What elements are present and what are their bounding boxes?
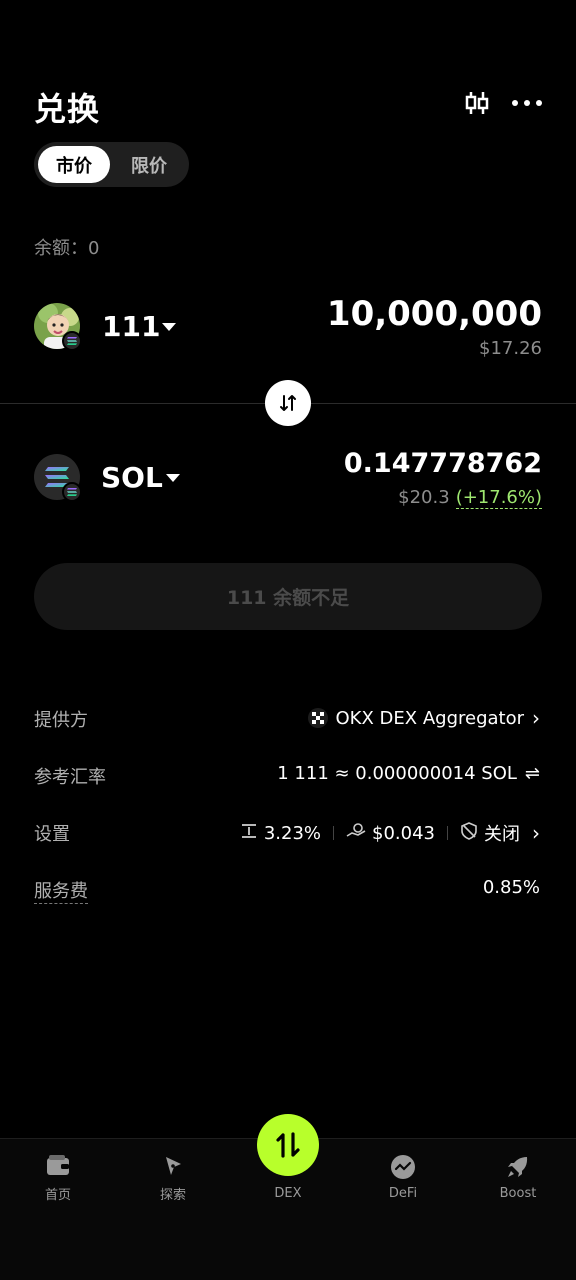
nav-label-dex: DEX [274, 1186, 302, 1201]
nav-label-boost: Boost [499, 1186, 537, 1201]
divider [333, 826, 335, 840]
nav-label-defi: DeFi [388, 1186, 418, 1201]
tab-limit[interactable]: 限价 [113, 146, 185, 183]
settings-label: 设置 [34, 824, 70, 845]
page-title: 兑换 [34, 90, 101, 128]
defi-chart-icon [391, 1155, 415, 1179]
chevron-right-icon: › [532, 821, 540, 845]
nav-item-dex[interactable]: DEX [248, 1186, 328, 1201]
to-token-symbol[interactable]: SOL [101, 461, 163, 494]
provider-label: 提供方 [34, 710, 88, 731]
gas-value: $0.043 [372, 822, 435, 844]
swap-direction-button[interactable] [265, 380, 311, 426]
price-impact-badge[interactable]: (+17.6%) [455, 487, 542, 509]
candlestick-icon[interactable] [462, 88, 492, 118]
nav-item-boost[interactable]: Boost [478, 1154, 558, 1201]
dex-fab-button[interactable] [257, 1114, 319, 1176]
chevron-down-icon[interactable] [166, 474, 180, 482]
swap-submit-button[interactable]: 111 余额不足 [34, 563, 542, 630]
order-type-tabs: 市价 限价 [34, 142, 189, 187]
chevron-down-icon[interactable] [162, 323, 176, 331]
to-fiat-row: $20.3 (+17.6%) [398, 487, 542, 509]
gas-icon [346, 822, 366, 845]
mev-protect-value: 关闭 [484, 824, 520, 845]
to-token-selector[interactable] [34, 454, 82, 502]
solana-badge-icon [62, 331, 82, 351]
rate-label: 参考汇率 [34, 767, 106, 788]
okx-logo-icon [307, 708, 328, 728]
from-amount-input[interactable]: 10,000,000 [327, 294, 542, 334]
nav-label-explore: 探索 [159, 1188, 186, 1203]
nav-label-home: 首页 [44, 1188, 71, 1203]
from-token-symbol[interactable]: 111 [102, 310, 160, 343]
rate-row: 1 111 ≈ 0.000000014 SOL ⇌ [277, 763, 540, 784]
nav-item-defi[interactable]: DeFi [363, 1154, 443, 1201]
divider [447, 826, 448, 840]
compass-icon [166, 1157, 181, 1175]
more-dots-icon[interactable] [510, 88, 544, 118]
slippage-icon [240, 823, 258, 844]
swap-arrows-icon [280, 395, 296, 411]
from-fiat-value: $17.26 [479, 338, 542, 359]
to-fiat-value: $20.3 [398, 487, 450, 508]
from-token-selector[interactable] [34, 303, 82, 351]
chevron-right-icon: › [532, 706, 540, 730]
solana-badge-icon [62, 482, 82, 502]
rate-value: 1 111 ≈ 0.000000014 SOL [277, 763, 517, 784]
rate-toggle-icon[interactable]: ⇌ [525, 763, 540, 784]
to-amount-output: 0.147778762 [343, 448, 542, 479]
swap-vertical-icon [276, 1132, 300, 1158]
fee-label[interactable]: 服务费 [34, 877, 88, 904]
settings-row[interactable]: 3.23% $0.043 关闭 › [240, 820, 540, 846]
slippage-value: 3.23% [263, 822, 322, 844]
nav-item-explore[interactable]: 探索 [133, 1154, 213, 1203]
balance-text: 余额：0 [34, 238, 100, 259]
rocket-icon [508, 1157, 528, 1177]
mev-shield-icon [460, 821, 478, 845]
fee-value: 0.85% [482, 877, 540, 898]
nav-item-home[interactable]: 首页 [18, 1154, 98, 1203]
provider-value: OKX DEX Aggregator [335, 707, 524, 729]
tab-market[interactable]: 市价 [38, 146, 110, 183]
provider-row[interactable]: OKX DEX Aggregator › [307, 706, 540, 730]
wallet-icon [47, 1155, 69, 1175]
